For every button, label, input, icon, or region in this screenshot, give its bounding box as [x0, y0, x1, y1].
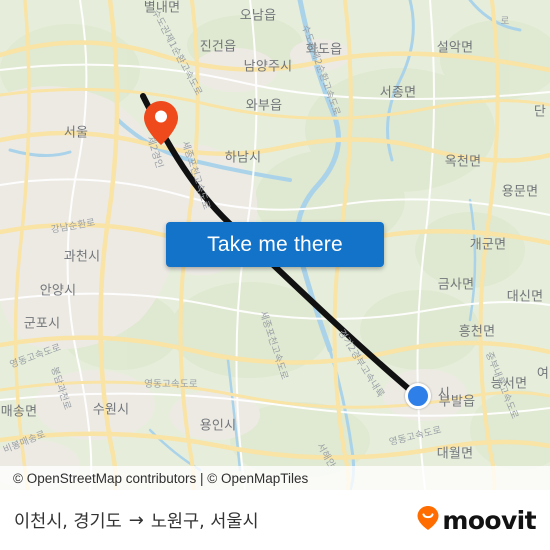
footer-bar: 이천시, 경기도 → 노원구, 서울시 moovit [0, 490, 550, 550]
map-attribution: © OpenStreetMap contributors | © OpenMap… [0, 466, 550, 490]
map-label: 흥천면 [458, 324, 496, 340]
map-label: 옥천면 [444, 154, 482, 170]
map-label: 용인시 [199, 418, 237, 434]
map-label: 용문면 [501, 184, 539, 200]
map-label: 개군면 [469, 237, 507, 253]
arrow-icon: → [128, 509, 144, 531]
origin-label: 이천시, 경기도 [14, 511, 122, 532]
map-label: 군포시 [23, 316, 61, 332]
map-road-label: 로 [500, 16, 510, 27]
map-label: 대월면 [436, 446, 474, 462]
map-label: 안양시 [39, 283, 77, 299]
origin-dot[interactable] [405, 383, 431, 409]
map-label: 오남읍 [239, 8, 277, 24]
take-me-there-button[interactable]: Take me there [166, 222, 384, 267]
map-canvas[interactable]: 별내면 오남읍 진건읍 화도읍 설악면 남양주시 서종면 와부읍 단 서울 하남시 옥천면 용문면 과천시… [0, 0, 550, 490]
moovit-logo[interactable]: moovit [416, 505, 537, 536]
map-label: 진건읍 [199, 39, 237, 55]
map-label: 여 [536, 366, 550, 382]
attribution-text: © OpenStreetMap contributors | © OpenMap… [13, 470, 309, 486]
map-label: 시 [437, 386, 451, 402]
map-label: 서울 [63, 125, 89, 141]
map-label: 금사면 [437, 277, 475, 293]
map-label: 단 [533, 104, 547, 120]
map-label: 남양주시 [243, 59, 293, 75]
route-summary: 이천시, 경기도 → 노원구, 서울시 [14, 508, 259, 533]
moovit-pin-icon [416, 505, 440, 536]
map-label: 와부읍 [245, 98, 283, 114]
app-root: 별내면 오남읍 진건읍 화도읍 설악면 남양주시 서종면 와부읍 단 서울 하남시 옥천면 용문면 과천시… [0, 0, 550, 550]
map-label: 서종면 [379, 85, 417, 101]
map-label: 수원시 [92, 402, 130, 418]
moovit-wordmark: moovit [442, 505, 536, 535]
map-road-label: 영동고속도로 [144, 379, 198, 390]
map-label: 매송면 [0, 404, 38, 420]
map-label: 대신면 [506, 289, 544, 305]
map-label: 하남시 [224, 150, 262, 166]
map-label: 설악면 [436, 40, 474, 56]
destination-label: 노원구, 서울시 [150, 511, 259, 532]
map-label: 과천시 [63, 249, 101, 265]
